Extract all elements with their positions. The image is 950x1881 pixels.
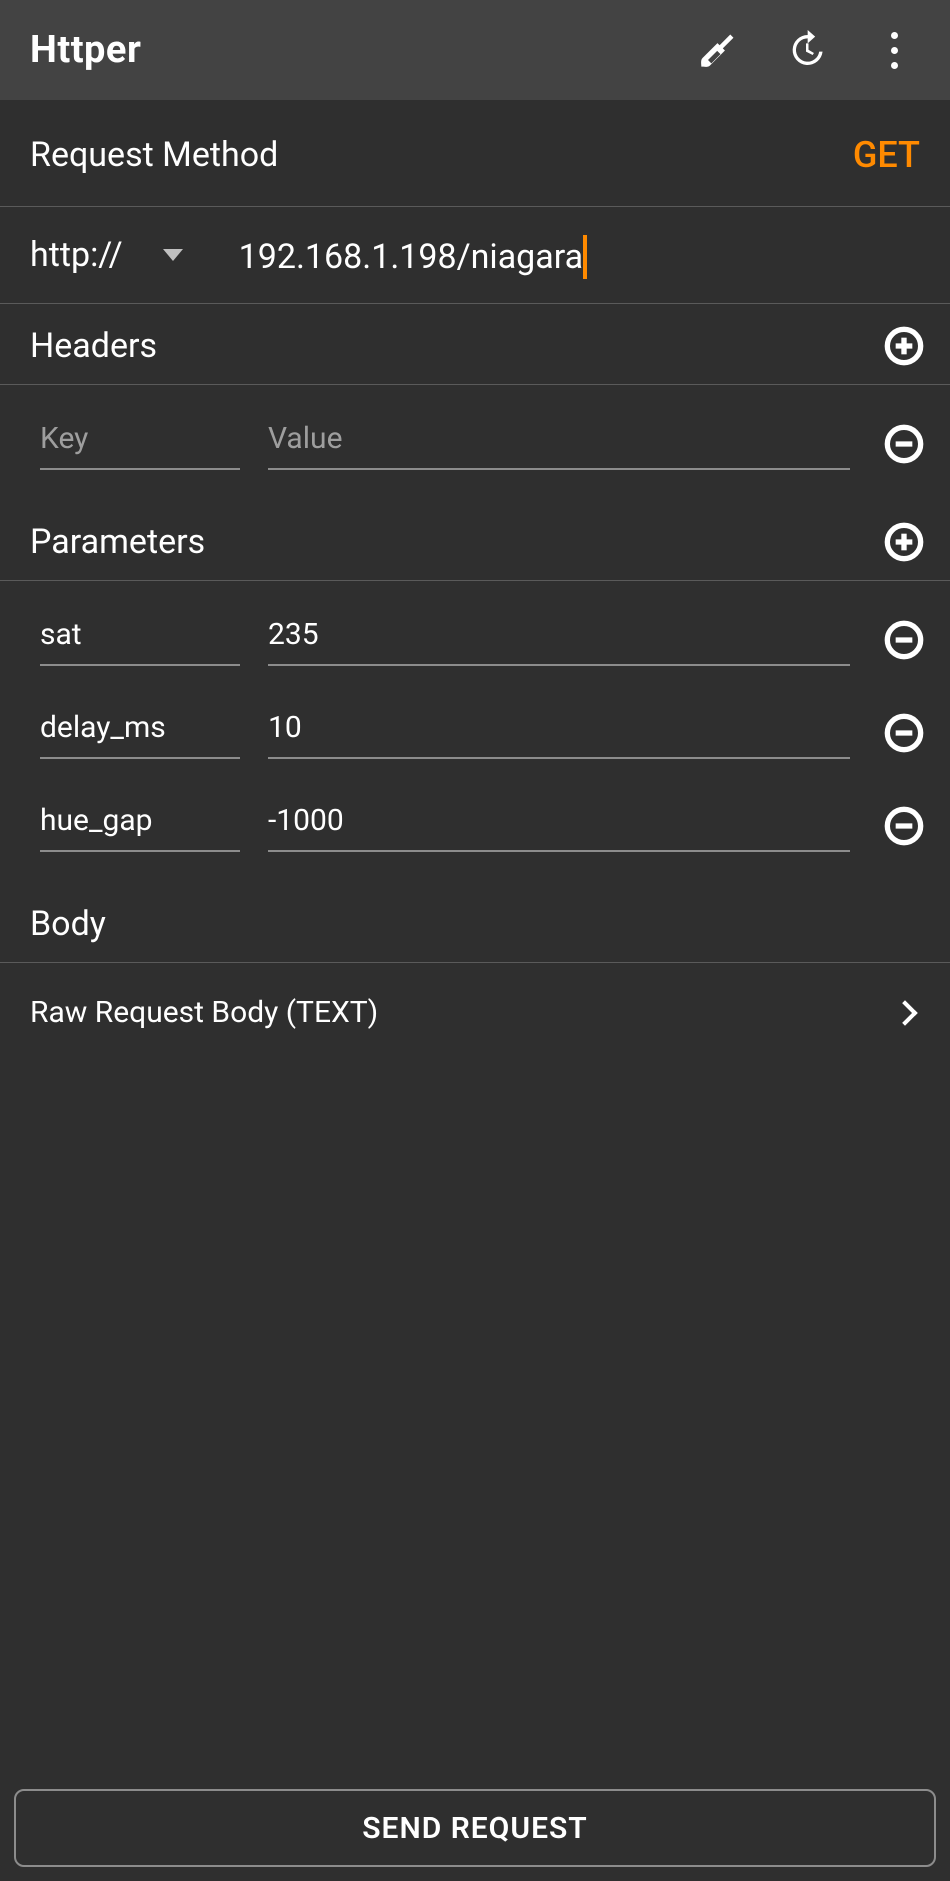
headers-rows bbox=[0, 385, 950, 478]
parameter-value-input[interactable] bbox=[268, 611, 850, 666]
parameters-rows bbox=[0, 581, 950, 860]
overflow-menu-icon[interactable] bbox=[870, 26, 918, 74]
scheme-dropdown[interactable]: http:// bbox=[30, 235, 211, 275]
appbar-actions bbox=[694, 26, 918, 74]
parameter-value-input[interactable] bbox=[268, 797, 850, 852]
history-icon[interactable] bbox=[782, 26, 830, 74]
remove-parameter-button[interactable] bbox=[884, 620, 924, 660]
body-type-label: Raw Request Body (TEXT) bbox=[30, 995, 378, 1030]
headers-section-header: Headers bbox=[0, 304, 950, 385]
url-field-wrap bbox=[211, 225, 920, 285]
url-row: http:// bbox=[0, 207, 950, 304]
footer: SEND REQUEST bbox=[0, 1775, 950, 1881]
chevron-down-icon bbox=[163, 249, 183, 261]
url-input[interactable] bbox=[239, 225, 920, 285]
kv-row bbox=[0, 767, 950, 860]
body-label: Body bbox=[30, 904, 106, 944]
remove-parameter-button[interactable] bbox=[884, 713, 924, 753]
parameter-key-input[interactable] bbox=[40, 797, 240, 852]
parameter-key-input[interactable] bbox=[40, 611, 240, 666]
parameters-label: Parameters bbox=[30, 522, 205, 562]
body-type-row[interactable]: Raw Request Body (TEXT) bbox=[0, 963, 950, 1062]
header-key-input[interactable] bbox=[40, 415, 240, 470]
headers-label: Headers bbox=[30, 326, 157, 366]
add-header-button[interactable] bbox=[884, 326, 924, 366]
scheme-label: http:// bbox=[30, 235, 123, 275]
broom-icon[interactable] bbox=[694, 26, 742, 74]
kv-row bbox=[0, 581, 950, 674]
body-section-header: Body bbox=[0, 882, 950, 963]
chevron-right-icon bbox=[892, 1000, 917, 1025]
kv-row bbox=[0, 385, 950, 478]
kv-row bbox=[0, 674, 950, 767]
request-method-label: Request Method bbox=[30, 135, 278, 175]
add-parameter-button[interactable] bbox=[884, 522, 924, 562]
appbar: Httper bbox=[0, 0, 950, 100]
parameter-key-input[interactable] bbox=[40, 704, 240, 759]
text-caret bbox=[583, 235, 587, 279]
app-title: Httper bbox=[30, 28, 694, 72]
remove-parameter-button[interactable] bbox=[884, 806, 924, 846]
request-method-row[interactable]: Request Method GET bbox=[0, 100, 950, 207]
request-method-value: GET bbox=[853, 134, 920, 176]
header-value-input[interactable] bbox=[268, 415, 850, 470]
parameter-value-input[interactable] bbox=[268, 704, 850, 759]
content: Request Method GET http:// Headers Param… bbox=[0, 100, 950, 1775]
remove-header-button[interactable] bbox=[884, 424, 924, 464]
send-request-button[interactable]: SEND REQUEST bbox=[14, 1789, 936, 1867]
parameters-section-header: Parameters bbox=[0, 500, 950, 581]
